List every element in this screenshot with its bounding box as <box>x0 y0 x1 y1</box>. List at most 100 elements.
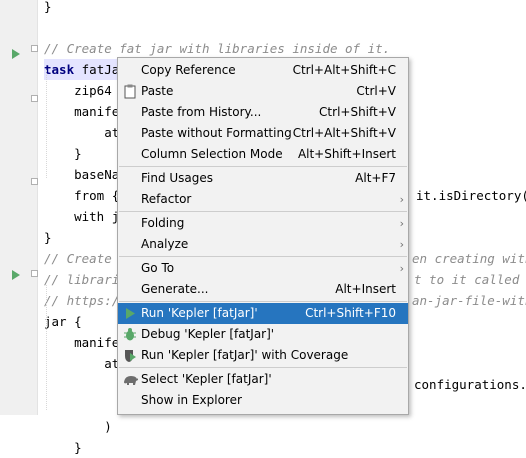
code-line[interactable]: manifes <box>44 332 127 353</box>
menu-item-paste-from-history[interactable]: Paste from History... Ctrl+Shift+V <box>118 102 408 123</box>
context-menu: Copy Reference Ctrl+Alt+Shift+C Paste Ctrl+… <box>117 57 409 415</box>
gutter-run-icon[interactable] <box>12 49 20 59</box>
menu-item-label: Paste <box>141 84 174 98</box>
code-line[interactable]: with ja <box>44 206 127 227</box>
code-fragment: configurations.c <box>414 377 526 392</box>
menu-item-label: Show in Explorer <box>141 393 242 407</box>
submenu-arrow-icon: › <box>399 238 404 251</box>
code-text: manifes <box>44 104 127 119</box>
code-line[interactable]: baseNar <box>44 164 127 185</box>
menu-item-label: Generate... <box>141 282 209 296</box>
menu-item-run-kepler-fatjar-with-coverage[interactable]: Run 'Kepler [fatJar]' with Coverage <box>118 345 408 366</box>
code-line[interactable]: // Create fat jar with libraries inside … <box>44 38 390 59</box>
clipboard-icon <box>123 84 137 99</box>
code-text: } <box>44 440 82 455</box>
menu-separator <box>119 211 407 212</box>
menu-item-shortcut: Alt+Insert <box>335 282 396 296</box>
menu-item-run-kepler-fatjar[interactable]: Run 'Kepler [fatJar]' Ctrl+Shift+F10 <box>118 303 408 324</box>
menu-item-paste-without-formatting[interactable]: Paste without Formatting Ctrl+Alt+Shift+V <box>118 123 408 144</box>
editor-gutter <box>0 0 38 415</box>
fold-marker-icon[interactable] <box>31 95 38 102</box>
menu-item-label: Debug 'Kepler [fatJar]' <box>141 327 275 341</box>
code-line[interactable]: ) <box>44 416 112 437</box>
fold-marker-icon[interactable] <box>31 45 38 52</box>
code-text: with ja <box>44 209 127 224</box>
menu-item-debug-kepler-fatjar[interactable]: Debug 'Kepler [fatJar]' <box>118 324 408 345</box>
code-line[interactable]: from { <box>44 185 119 206</box>
menu-separator <box>119 367 407 368</box>
code-text: zip64 t <box>44 83 127 98</box>
code-text: // librarie <box>44 272 127 287</box>
code-text: at <box>44 356 120 371</box>
run-icon <box>123 306 137 321</box>
gutter-run-icon[interactable] <box>12 270 20 280</box>
submenu-arrow-icon: › <box>399 193 404 206</box>
code-line[interactable]: } <box>44 437 82 458</box>
indent-guide <box>46 70 47 178</box>
menu-item-label: Folding <box>141 216 185 230</box>
code-line[interactable]: att <box>44 122 127 143</box>
code-fragment: en creating with <box>412 251 526 266</box>
keyword-task: task <box>44 62 75 77</box>
menu-item-shortcut: Ctrl+Alt+Shift+V <box>292 126 396 140</box>
menu-item-select-kepler-fatjar[interactable]: Select 'Kepler [fatJar]' <box>118 369 408 390</box>
code-text: } <box>44 230 52 245</box>
menu-separator <box>119 256 407 257</box>
menu-item-show-in-explorer[interactable]: Show in Explorer <box>118 390 408 411</box>
code-text: baseNar <box>44 167 127 182</box>
code-text: jar { <box>44 314 82 329</box>
menu-item-refactor[interactable]: Refactor › <box>118 189 408 210</box>
menu-item-label: Paste from History... <box>141 105 262 119</box>
indent-guide <box>46 285 47 410</box>
menu-item-label: Paste without Formatting <box>141 126 292 140</box>
code-text: att <box>44 125 127 140</box>
menu-item-label: Analyze <box>141 237 189 251</box>
menu-item-paste[interactable]: Paste Ctrl+V <box>118 81 408 102</box>
menu-item-label: Select 'Kepler [fatJar]' <box>141 372 272 386</box>
code-fragment: an-jar-file-with- <box>412 293 526 308</box>
code-text: } <box>44 146 82 161</box>
code-line[interactable]: } <box>44 143 82 164</box>
code-line[interactable]: at <box>44 353 119 374</box>
code-fragment: t to it called 'd <box>414 272 520 287</box>
coverage-icon <box>123 348 137 363</box>
code-text: // https:// <box>44 293 127 308</box>
menu-item-shortcut: Ctrl+Shift+F10 <box>305 306 396 320</box>
code-line[interactable]: } <box>44 227 52 248</box>
code-line[interactable]: manifes <box>44 101 127 122</box>
menu-item-go-to[interactable]: Go To › <box>118 258 408 279</box>
menu-item-label: Run 'Kepler [fatJar]' <box>141 306 258 320</box>
menu-item-label: Copy Reference <box>141 63 236 77</box>
code-line[interactable]: // Create j <box>44 248 127 269</box>
code-line[interactable]: zip64 t <box>44 80 127 101</box>
code-line[interactable]: jar { <box>44 311 82 332</box>
code-text: } <box>44 0 52 14</box>
fold-marker-icon[interactable] <box>31 178 38 185</box>
menu-separator <box>119 301 407 302</box>
code-line[interactable]: // https:// <box>44 290 127 311</box>
code-text: // Create j <box>44 251 127 266</box>
submenu-arrow-icon: › <box>399 217 404 230</box>
code-text: ) <box>44 419 112 434</box>
menu-item-find-usages[interactable]: Find Usages Alt+F7 <box>118 168 408 189</box>
menu-item-shortcut: Alt+F7 <box>355 171 396 185</box>
code-text: // Create fat jar with libraries inside … <box>44 41 391 56</box>
menu-item-label: Find Usages <box>141 171 214 185</box>
menu-item-shortcut: Alt+Shift+Insert <box>297 147 396 161</box>
menu-item-label: Run 'Kepler [fatJar]' with Coverage <box>141 348 349 362</box>
menu-item-copy-reference[interactable]: Copy Reference Ctrl+Alt+Shift+C <box>118 60 408 81</box>
menu-item-label: Go To <box>141 261 175 275</box>
submenu-arrow-icon: › <box>399 262 404 275</box>
code-fragment: it.isDirectory() <box>416 188 526 203</box>
menu-separator <box>119 166 407 167</box>
menu-item-column-selection-mode[interactable]: Column Selection Mode Alt+Shift+Insert <box>118 144 408 165</box>
gradle-elephant-icon <box>123 372 138 387</box>
menu-item-folding[interactable]: Folding › <box>118 213 408 234</box>
fold-marker-icon[interactable] <box>31 270 38 277</box>
menu-item-analyze[interactable]: Analyze › <box>118 234 408 255</box>
code-text: manifes <box>44 335 127 350</box>
code-line[interactable]: } <box>44 0 52 17</box>
menu-item-generate[interactable]: Generate... Alt+Insert <box>118 279 408 300</box>
code-line[interactable]: // librarie <box>44 269 127 290</box>
menu-item-shortcut: Ctrl+V <box>356 84 396 98</box>
